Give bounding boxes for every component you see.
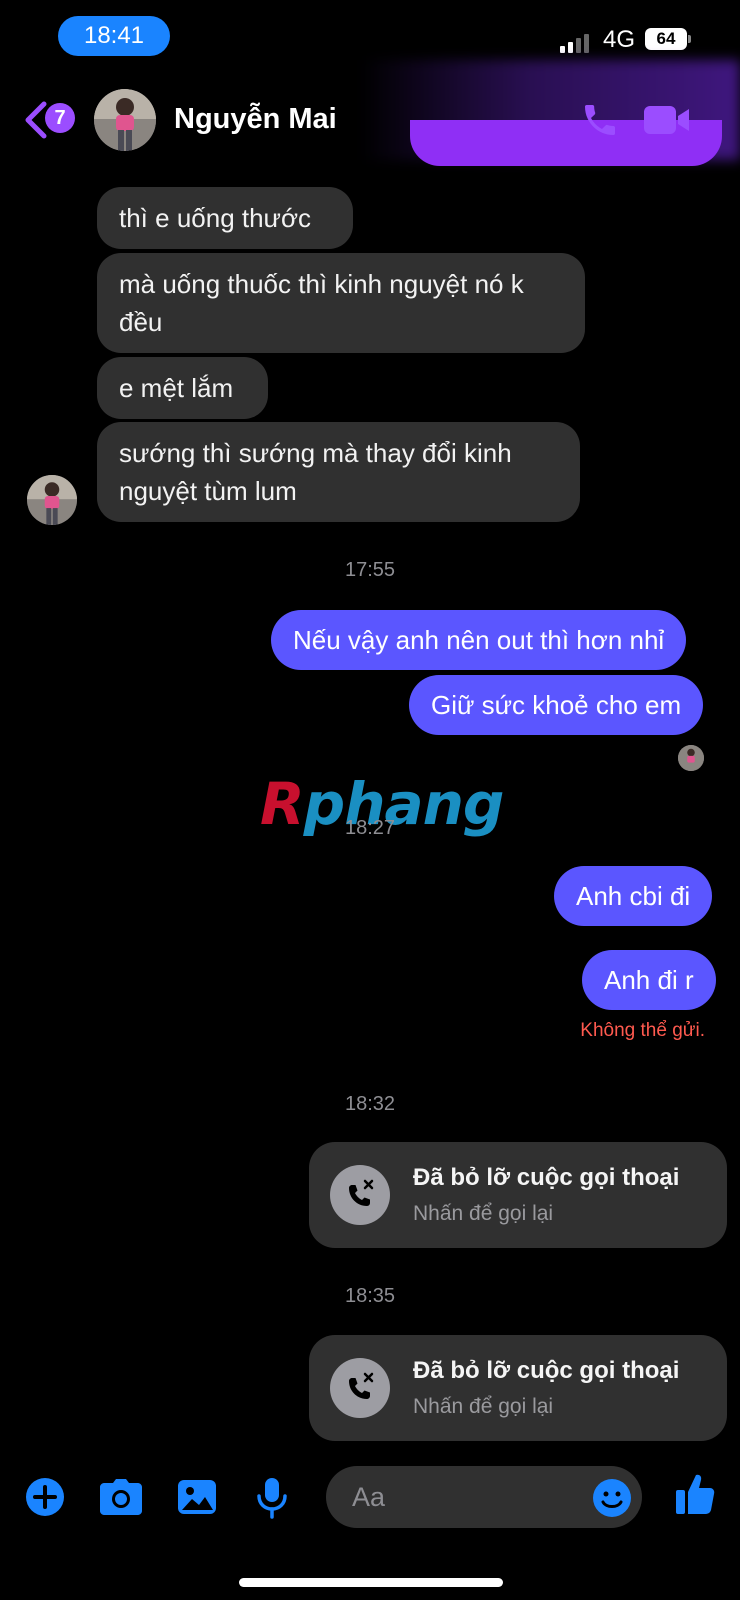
timestamp: 18:32 (344, 1093, 396, 1115)
send-error-text[interactable]: Không thể gửi. (520, 1020, 705, 1042)
missed-call-subtitle: Nhấn để gọi lại (413, 1395, 554, 1418)
unread-count-badge[interactable]: 7 (45, 103, 75, 133)
message-input-placeholder: Aa (352, 1482, 386, 1512)
battery-indicator: 64 (645, 28, 687, 50)
missed-call-card[interactable]: Đã bỏ lỡ cuộc gọi thoại Nhấn để gọi lại (309, 1335, 727, 1441)
missed-call-subtitle: Nhấn để gọi lại (413, 1202, 554, 1225)
contact-name[interactable]: Nguyễn Mai (174, 103, 337, 136)
outgoing-message[interactable]: Nếu vậy anh nên out thì hơn nhỉ (271, 610, 687, 670)
home-indicator[interactable] (239, 1578, 503, 1587)
image-icon[interactable] (177, 1477, 217, 1517)
incoming-message[interactable]: thì e uống thước (97, 187, 353, 249)
timestamp: 18:35 (344, 1285, 396, 1307)
status-bar-time: 18:41 (58, 16, 170, 56)
seen-receipt-avatar (678, 745, 704, 771)
missed-call-title: Đã bỏ lỡ cuộc gọi thoại (413, 1357, 680, 1384)
incoming-message[interactable]: e mệt lắm (97, 357, 268, 419)
missed-call-icon (330, 1358, 390, 1418)
missed-call-title: Đã bỏ lỡ cuộc gọi thoại (413, 1164, 680, 1191)
emoji-icon[interactable] (592, 1478, 632, 1518)
outgoing-message[interactable]: Anh cbi đi (554, 866, 713, 926)
plus-icon[interactable] (25, 1477, 65, 1517)
phone-icon[interactable] (580, 100, 620, 140)
network-type: 4G (603, 26, 636, 53)
timestamp: 17:55 (344, 559, 396, 581)
missed-call-card[interactable]: Đã bỏ lỡ cuộc gọi thoại Nhấn để gọi lại (309, 1142, 727, 1248)
timestamp: 18:27 (344, 817, 396, 839)
camera-icon[interactable] (99, 1477, 143, 1517)
battery-tip-icon (688, 35, 691, 43)
video-camera-icon[interactable] (643, 103, 691, 137)
outgoing-message[interactable]: Giữ sức khoẻ cho em (409, 675, 704, 735)
cellular-signal-icon (560, 34, 589, 53)
sender-avatar[interactable] (27, 475, 77, 525)
missed-call-icon (330, 1165, 390, 1225)
contact-avatar[interactable] (94, 89, 156, 151)
microphone-icon[interactable] (256, 1477, 288, 1519)
incoming-message[interactable]: sướng thì sướng mà thay đổi kinh nguyệt … (97, 422, 580, 522)
thumbs-up-icon[interactable] (675, 1472, 715, 1516)
outgoing-message-failed[interactable]: Anh đi r (582, 950, 716, 1010)
incoming-message[interactable]: mà uống thuốc thì kinh nguyệt nó k đều (97, 253, 585, 353)
message-input[interactable]: Aa (326, 1466, 642, 1528)
